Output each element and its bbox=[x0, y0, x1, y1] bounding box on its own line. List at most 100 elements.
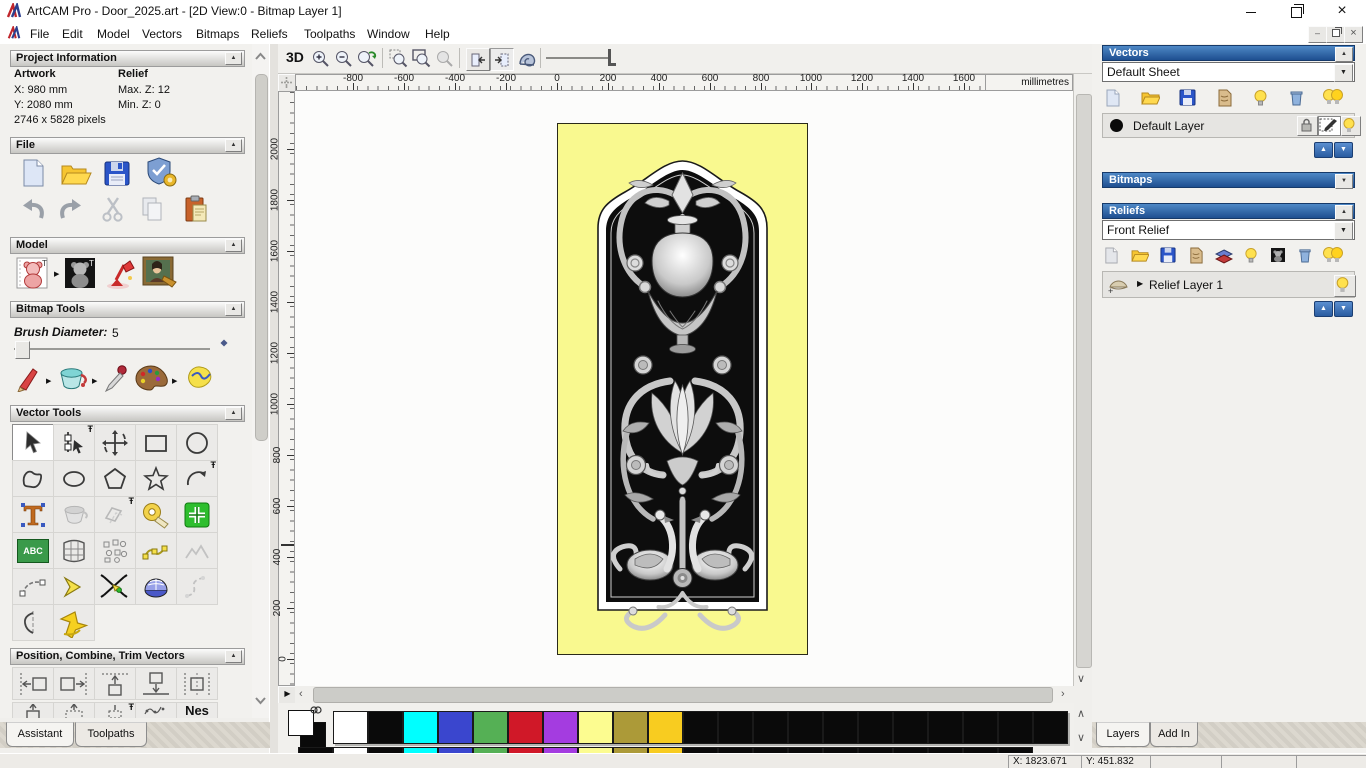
zoom-in-button[interactable] bbox=[310, 48, 331, 69]
layer-name[interactable]: Relief Layer 1 bbox=[1149, 278, 1223, 292]
contrast-slider-track[interactable] bbox=[546, 57, 608, 59]
open-model-button[interactable] bbox=[60, 158, 92, 188]
new-vector-layer-button[interactable] bbox=[1104, 89, 1121, 107]
merge-relief-layers-button[interactable] bbox=[1188, 247, 1204, 264]
scrollbar-thumb[interactable] bbox=[1076, 94, 1092, 668]
palette-swatch[interactable] bbox=[403, 711, 438, 744]
transform-vectors-tool[interactable] bbox=[94, 424, 136, 461]
scrollbar-thumb[interactable] bbox=[313, 687, 1053, 703]
vectors-panel-header[interactable]: Vectors ▲ bbox=[1102, 45, 1355, 62]
move-layer-down-button[interactable]: ▼ bbox=[1334, 142, 1353, 158]
toggle-3d-view-button[interactable]: 3D bbox=[286, 49, 304, 65]
link-colours-icon[interactable] bbox=[310, 705, 322, 715]
nesting-tool[interactable]: Nes bbox=[176, 702, 218, 718]
section-header-position-combine-trim[interactable]: Position, Combine, Trim Vectors ▲ bbox=[10, 648, 245, 665]
palette-swatch[interactable] bbox=[438, 711, 473, 744]
scroll-up-icon[interactable] bbox=[254, 52, 267, 61]
palette-swatch[interactable] bbox=[858, 711, 893, 744]
tab-toolpaths[interactable]: Toolpaths bbox=[75, 722, 147, 747]
minimize-button[interactable] bbox=[1236, 0, 1266, 22]
set-model-size-button[interactable]: T bbox=[14, 256, 50, 290]
copy-button[interactable] bbox=[138, 196, 166, 222]
menu-vectors[interactable]: Vectors bbox=[138, 25, 186, 43]
palette-swatch[interactable] bbox=[823, 711, 858, 744]
snap-grid-toggle-button[interactable] bbox=[490, 48, 514, 71]
section-header-model[interactable]: Model ▲ bbox=[10, 237, 245, 254]
zoom-selected-button[interactable] bbox=[434, 48, 455, 69]
scroll-right-icon[interactable]: › bbox=[1061, 687, 1065, 701]
block-copy-tool[interactable] bbox=[135, 702, 177, 718]
palette-swatch[interactable] bbox=[333, 711, 368, 744]
greyscale-preview-button[interactable] bbox=[1270, 247, 1286, 263]
dropdown-arrow-icon[interactable]: ▼ bbox=[1334, 64, 1353, 82]
collapse-panel-button[interactable]: ▲ bbox=[1335, 47, 1353, 62]
tab-assistant[interactable]: Assistant bbox=[6, 722, 74, 747]
lighting-button[interactable] bbox=[103, 256, 137, 290]
reliefs-panel-header[interactable]: Reliefs ▲ bbox=[1102, 203, 1355, 220]
create-polyline-sketch-tool[interactable] bbox=[135, 532, 177, 569]
toggle-all-reliefs-button[interactable] bbox=[1322, 246, 1344, 265]
canvas-vertical-scrollbar[interactable]: ∨ bbox=[1073, 74, 1093, 686]
palette-scroll-up-icon[interactable]: ∧ bbox=[1077, 707, 1085, 721]
canvas-horizontal-scrollbar[interactable]: ‹ › bbox=[295, 686, 1073, 703]
undo-button[interactable] bbox=[18, 196, 46, 222]
tab-add-in[interactable]: Add In bbox=[1150, 722, 1198, 747]
bitmaps-panel-header[interactable]: Bitmaps ▼ bbox=[1102, 172, 1355, 189]
bisector-tool[interactable] bbox=[53, 568, 95, 605]
merge-vector-layers-button[interactable] bbox=[1216, 89, 1233, 107]
scroll-down-icon[interactable]: ∨ bbox=[1077, 672, 1085, 686]
create-freeform-vector-tool[interactable] bbox=[12, 460, 54, 497]
section-header-bitmap-tools[interactable]: Bitmap Tools ▲ bbox=[10, 301, 245, 318]
colour-palette-button[interactable] bbox=[134, 364, 170, 392]
node-editing-tool[interactable]: Ŧ bbox=[53, 424, 95, 461]
paste-along-curve-tool[interactable]: Ŧ bbox=[94, 702, 136, 718]
palette-swatch[interactable] bbox=[893, 711, 928, 744]
zoom-fit-button[interactable] bbox=[411, 48, 432, 69]
close-button[interactable]: × bbox=[1327, 0, 1357, 22]
blend-spans-tool[interactable] bbox=[176, 568, 218, 605]
collapse-section-button[interactable]: ▲ bbox=[225, 407, 242, 420]
create-polygon-tool[interactable] bbox=[94, 460, 136, 497]
zoom-box-button[interactable] bbox=[388, 48, 409, 69]
vector-wizard-tool[interactable] bbox=[53, 604, 95, 641]
lock-layer-button[interactable] bbox=[1297, 116, 1318, 136]
palette-swatch[interactable] bbox=[1033, 711, 1068, 744]
2d-view-canvas[interactable] bbox=[295, 91, 1073, 686]
doodle-button[interactable] bbox=[182, 362, 218, 392]
model-properties-button[interactable] bbox=[144, 156, 178, 188]
zoom-out-button[interactable] bbox=[333, 48, 354, 69]
create-circle-tool[interactable] bbox=[176, 424, 218, 461]
paint-button[interactable] bbox=[16, 364, 42, 392]
brush-slider-handle[interactable] bbox=[15, 341, 30, 359]
palette-scrollbar[interactable]: ∧ ∨ bbox=[1076, 705, 1091, 751]
open-relief-layer-button[interactable] bbox=[1131, 248, 1149, 263]
align-centre-tool[interactable] bbox=[176, 667, 218, 700]
toggle-all-layers-button[interactable] bbox=[1322, 88, 1344, 107]
redo-button[interactable] bbox=[58, 196, 86, 222]
palette-swatch[interactable] bbox=[648, 711, 683, 744]
menu-window[interactable]: Window bbox=[363, 25, 414, 43]
relief-select[interactable]: Front Relief ▼ bbox=[1102, 220, 1355, 240]
tab-layers[interactable]: Layers bbox=[1096, 722, 1150, 747]
contrast-slider-handle[interactable] bbox=[608, 49, 616, 66]
select-tool[interactable] bbox=[12, 424, 54, 461]
section-header-vector-tools[interactable]: Vector Tools ▲ bbox=[10, 405, 245, 422]
save-vector-layer-button[interactable] bbox=[1179, 89, 1196, 106]
move-layer-up-button[interactable]: ▲ bbox=[1314, 142, 1333, 158]
brush-slider-track[interactable] bbox=[14, 348, 210, 350]
palette-swatch[interactable] bbox=[578, 711, 613, 744]
collapse-section-button[interactable]: ▲ bbox=[225, 52, 242, 65]
flyout-arrow-icon[interactable]: ▶ bbox=[46, 377, 51, 385]
align-top-tool[interactable] bbox=[94, 667, 136, 700]
scroll-left-icon[interactable]: ‹ bbox=[299, 687, 303, 701]
mdi-close-button[interactable]: × bbox=[1344, 26, 1363, 43]
combine-relief-button[interactable] bbox=[1215, 249, 1233, 264]
paste-button[interactable] bbox=[182, 194, 210, 222]
section-header-project-information[interactable]: Project Information ▲ bbox=[10, 50, 245, 67]
assistant-scrollbar[interactable] bbox=[252, 44, 269, 718]
palette-swatch[interactable] bbox=[683, 711, 718, 744]
vector-sheet-select[interactable]: Default Sheet ▼ bbox=[1102, 62, 1355, 82]
toggle-layer-visibility-button[interactable] bbox=[1253, 89, 1268, 107]
snap-to-layer-button[interactable] bbox=[1318, 116, 1341, 136]
expand-panel-button[interactable]: ▼ bbox=[1335, 174, 1353, 189]
